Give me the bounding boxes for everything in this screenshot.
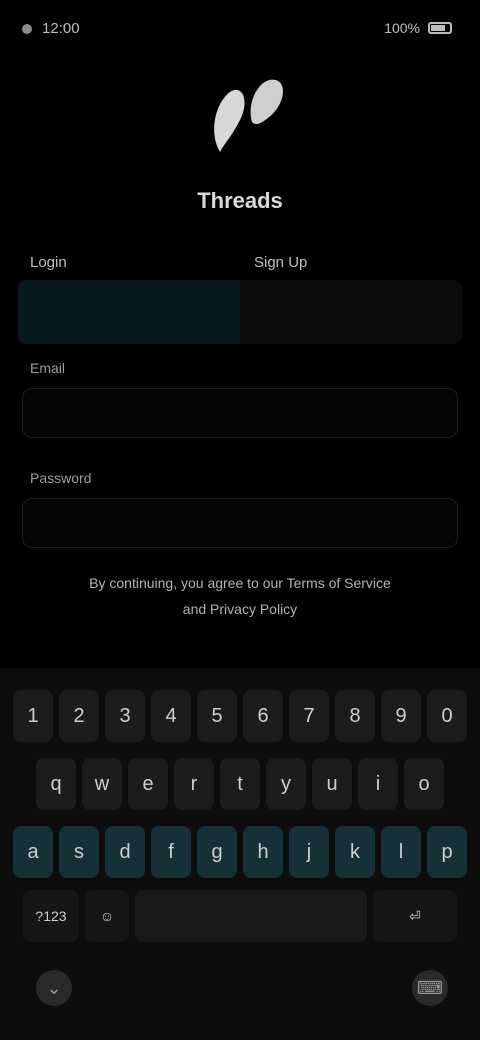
- key[interactable]: i: [358, 758, 398, 810]
- status-right: 100%: [384, 20, 452, 36]
- status-bar: 12:00 100%: [0, 0, 480, 60]
- key[interactable]: s: [59, 826, 99, 878]
- keyboard-row-1: 1 2 3 4 5 6 7 8 9 0: [0, 690, 480, 742]
- key[interactable]: g: [197, 826, 237, 878]
- key[interactable]: 0: [427, 690, 467, 742]
- enter-key-icon[interactable]: ⏎: [373, 890, 457, 942]
- terms-line-2[interactable]: and Privacy Policy: [44, 596, 436, 622]
- key[interactable]: h: [243, 826, 283, 878]
- password-label: Password: [30, 470, 92, 486]
- status-left: 12:00: [22, 20, 80, 37]
- key[interactable]: 9: [381, 690, 421, 742]
- password-field[interactable]: [23, 499, 457, 547]
- key[interactable]: k: [335, 826, 375, 878]
- key[interactable]: r: [174, 758, 214, 810]
- keyboard-row-3: a s d f g h j k l p: [0, 826, 480, 878]
- space-key[interactable]: [135, 890, 367, 942]
- keyboard-icon[interactable]: ⌨: [412, 970, 448, 1006]
- key[interactable]: p: [427, 826, 467, 878]
- emoji-key-icon[interactable]: ☺: [85, 890, 129, 942]
- key[interactable]: u: [312, 758, 352, 810]
- key[interactable]: q: [36, 758, 76, 810]
- key[interactable]: t: [220, 758, 260, 810]
- key[interactable]: a: [13, 826, 53, 878]
- key[interactable]: j: [289, 826, 329, 878]
- key[interactable]: f: [151, 826, 191, 878]
- system-nav-bar: ⌄ ⌨: [0, 940, 480, 1040]
- email-label: Email: [30, 360, 66, 376]
- email-field-box: [22, 388, 458, 438]
- email-field[interactable]: [23, 389, 457, 437]
- tab-login-indicator[interactable]: [18, 280, 240, 344]
- keyboard-row-4: ?123 ☺ ⏎: [0, 890, 480, 942]
- auth-tabs: Login Sign Up: [18, 244, 462, 344]
- key[interactable]: e: [128, 758, 168, 810]
- key[interactable]: 1: [13, 690, 53, 742]
- symbols-key[interactable]: ?123: [23, 890, 79, 942]
- tab-login[interactable]: Login: [30, 254, 67, 271]
- battery-icon: [428, 22, 452, 34]
- key[interactable]: o: [404, 758, 444, 810]
- keyboard-row-2: q w e r t y u i o: [0, 758, 480, 810]
- tab-sign-up[interactable]: Sign Up: [254, 254, 307, 271]
- key[interactable]: 3: [105, 690, 145, 742]
- key[interactable]: d: [105, 826, 145, 878]
- password-field-box: [22, 498, 458, 548]
- notification-dot-icon: [22, 23, 32, 34]
- back-icon[interactable]: ⌄: [36, 970, 72, 1006]
- key[interactable]: 5: [197, 690, 237, 742]
- key[interactable]: 6: [243, 690, 283, 742]
- tab-sign-up-indicator[interactable]: [240, 280, 462, 344]
- status-time: 12:00: [42, 20, 80, 37]
- key[interactable]: y: [266, 758, 306, 810]
- key[interactable]: 2: [59, 690, 99, 742]
- key[interactable]: 7: [289, 690, 329, 742]
- terms-line-1: By continuing, you agree to our Terms of…: [89, 575, 391, 591]
- key[interactable]: 4: [151, 690, 191, 742]
- key[interactable]: 8: [335, 690, 375, 742]
- app-title: Threads: [197, 188, 283, 213]
- app-logo-icon: [214, 79, 283, 152]
- key[interactable]: w: [82, 758, 122, 810]
- key[interactable]: l: [381, 826, 421, 878]
- battery-percent: 100%: [384, 20, 420, 36]
- terms-text: By continuing, you agree to our Terms of…: [44, 570, 436, 622]
